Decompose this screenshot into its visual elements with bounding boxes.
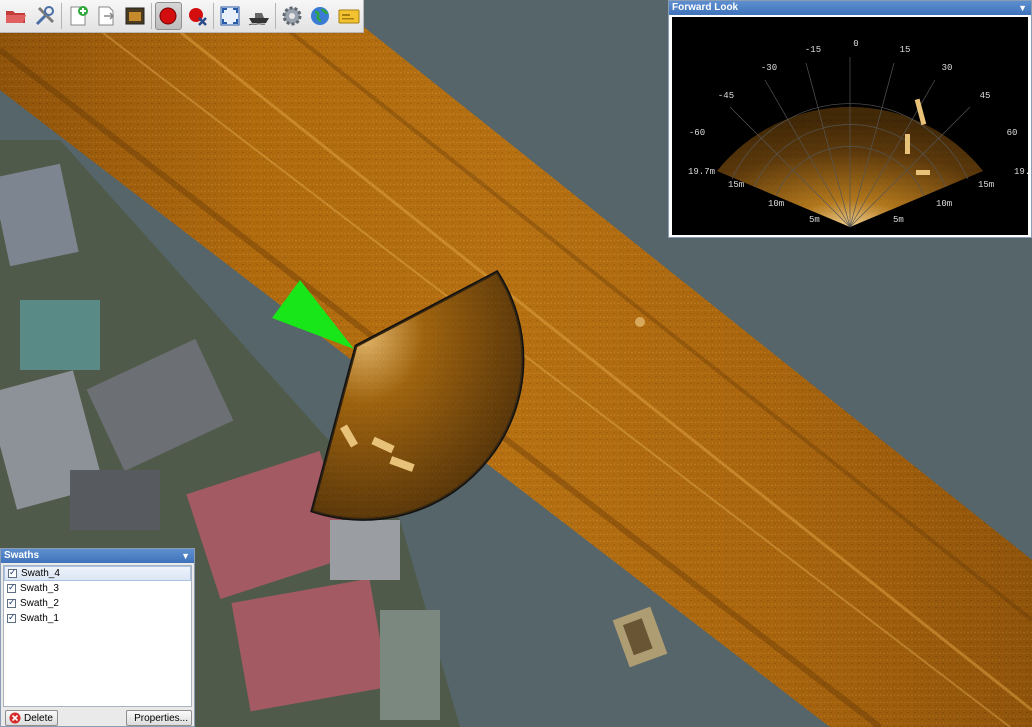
range-label: 19.: [1014, 167, 1028, 177]
toolbar-separator: [212, 3, 214, 29]
delete-label: Delete: [24, 712, 53, 724]
tools-button[interactable]: [31, 2, 57, 30]
forward-look-panel: Forward Look ▼ -60 -45 -30 -15 0 15 30 4…: [668, 0, 1032, 238]
new-document-icon: [70, 6, 88, 26]
swath-checkbox[interactable]: [8, 567, 17, 578]
angle-label: -15: [805, 45, 821, 55]
delete-icon: [9, 712, 21, 724]
forward-look-header: Forward Look ▼: [669, 1, 1031, 15]
export-document-button[interactable]: [93, 2, 119, 30]
record-icon: [159, 7, 177, 25]
panel-menu-icon[interactable]: ▼: [1018, 1, 1027, 15]
swath-label: Swath_2: [20, 598, 59, 609]
settings-gear-icon: [282, 6, 302, 26]
boat-icon: [248, 13, 269, 26]
range-label: 19.7m: [688, 167, 715, 177]
id-card-button[interactable]: [336, 2, 362, 30]
angle-label: -45: [718, 91, 734, 101]
record-button[interactable]: [154, 2, 182, 30]
globe-button[interactable]: [307, 2, 333, 30]
globe-icon: [311, 7, 330, 25]
range-label: 5m: [893, 215, 904, 225]
settings-button[interactable]: [279, 2, 305, 30]
swath-item[interactable]: Swath_3: [4, 581, 191, 596]
angle-label: -60: [689, 128, 705, 138]
stop-record-button[interactable]: [184, 2, 210, 30]
toolbar-separator: [151, 3, 152, 29]
angle-label: 45: [980, 91, 991, 101]
range-label: 5m: [809, 215, 820, 225]
forward-look-title: Forward Look: [672, 2, 739, 13]
image-map-icon: [125, 7, 145, 25]
delete-button[interactable]: Delete: [5, 710, 58, 726]
open-folder-button[interactable]: [3, 2, 29, 30]
range-label: 15m: [728, 180, 744, 190]
forward-look-sonar-view[interactable]: -60 -45 -30 -15 0 15 30 45 60 19.7m 15m …: [672, 17, 1028, 235]
tools-icon: [35, 6, 54, 26]
swaths-header: Swaths ▼: [1, 549, 194, 563]
angle-label: 15: [900, 45, 911, 55]
properties-button[interactable]: Properties...: [126, 710, 192, 726]
swath-item[interactable]: Swath_1: [4, 611, 191, 626]
panel-menu-icon[interactable]: ▼: [181, 549, 190, 563]
image-map-button[interactable]: [122, 2, 148, 30]
fullscreen-button[interactable]: [217, 2, 243, 30]
export-document-icon: [98, 6, 115, 26]
main-toolbar: [0, 0, 364, 33]
swath-checkbox[interactable]: [7, 612, 16, 623]
angle-label: 60: [1007, 128, 1018, 138]
swaths-list[interactable]: Swath_4 Swath_3 Swath_2 Swath_1: [3, 565, 192, 707]
new-document-button[interactable]: [65, 2, 91, 30]
angle-label: 0: [853, 39, 858, 49]
swath-label: Swath_3: [20, 583, 59, 594]
range-label: 10m: [768, 199, 784, 209]
range-label: 10m: [936, 199, 952, 209]
swath-item[interactable]: Swath_4: [4, 566, 191, 581]
properties-tools-icon: [130, 717, 131, 719]
range-label: 15m: [978, 180, 994, 190]
properties-label: Properties...: [134, 712, 188, 724]
toolbar-separator: [60, 3, 62, 29]
swath-label: Swath_1: [20, 613, 59, 624]
boat-button[interactable]: [245, 2, 271, 30]
stop-record-icon: [188, 8, 207, 26]
swaths-panel: Swaths ▼ Swath_4 Swath_3 Swath_2 Swath_1…: [0, 548, 195, 727]
swaths-title: Swaths: [4, 550, 40, 561]
angle-label: -30: [761, 63, 777, 73]
swath-item[interactable]: Swath_2: [4, 596, 191, 611]
swath-label: Swath_4: [21, 568, 60, 579]
open-folder-icon: [6, 11, 27, 23]
angle-label: 30: [942, 63, 953, 73]
id-card-icon: [338, 9, 360, 24]
swath-checkbox[interactable]: [7, 597, 16, 608]
toolbar-separator: [274, 3, 276, 29]
fullscreen-icon: [220, 6, 240, 26]
swath-checkbox[interactable]: [7, 582, 16, 593]
